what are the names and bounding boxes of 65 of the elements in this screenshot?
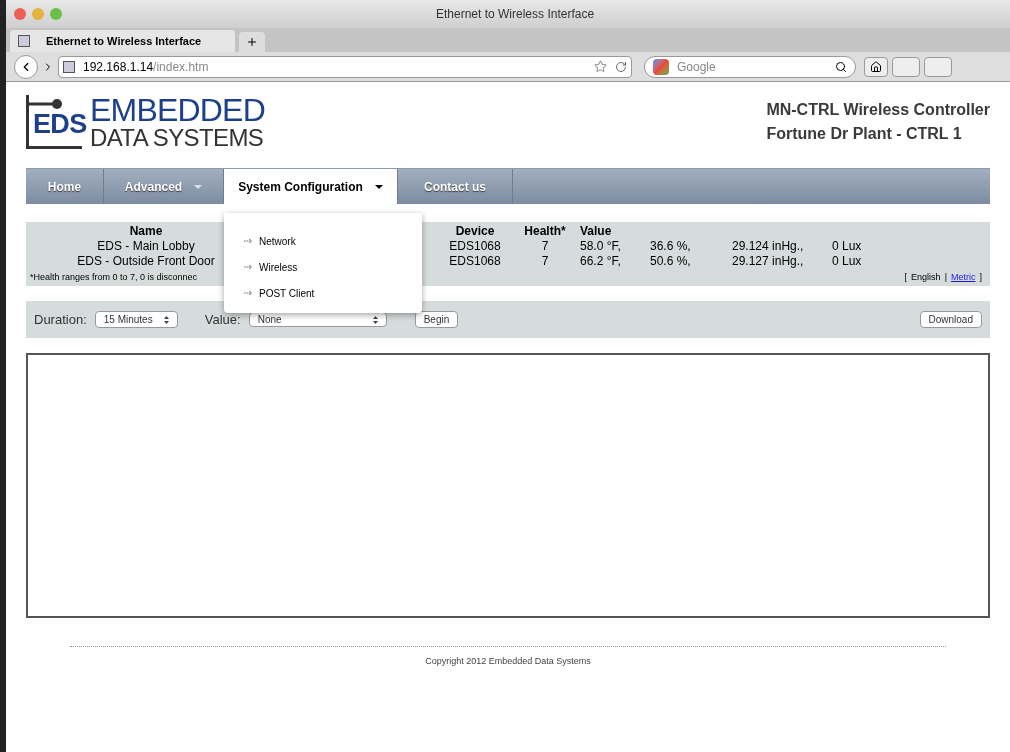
logo-subtext: DATA SYSTEMS	[90, 126, 265, 150]
controller-subtitle: Fortune Dr Plant - CTRL 1	[766, 124, 962, 144]
search-engine-icon	[653, 58, 669, 75]
window-title: Ethernet to Wireless Interface	[436, 6, 595, 23]
menu-item[interactable]: Network	[259, 233, 296, 249]
separator-text: |	[944, 271, 947, 284]
table-cell: 0 Lux	[832, 254, 862, 269]
minimize-button[interactable]	[32, 8, 44, 20]
caret-icon	[374, 184, 383, 189]
bracket-text: [	[904, 271, 908, 284]
favicon-icon	[63, 60, 75, 73]
browser-tab[interactable]: Ethernet to Wireless Interface	[10, 30, 235, 52]
nav-tab[interactable]: System Configuration	[224, 169, 398, 204]
favicon-icon	[18, 35, 30, 47]
table-cell: EDS - Main Lobby	[97, 239, 195, 254]
column-header: Value	[580, 224, 612, 239]
column-header: Health*	[524, 224, 566, 239]
url-text: 192.168.1.14/index.htm	[83, 58, 209, 76]
table-cell: 7	[541, 239, 549, 254]
table-cell: 29.127 inHg.,	[732, 254, 804, 269]
arrow-icon	[244, 238, 253, 244]
table-cell: 66.2 °F,	[580, 254, 621, 269]
table-cell: 29.124 inHg.,	[732, 239, 804, 254]
close-button[interactable]	[14, 8, 26, 20]
arrow-icon	[244, 264, 253, 270]
unit-link[interactable]: English	[911, 271, 941, 285]
duration-label: Duration:	[34, 310, 87, 329]
updown-icon	[163, 315, 169, 324]
duration-select[interactable]: 15 Minutes	[94, 311, 178, 328]
column-header: Name	[129, 224, 163, 239]
reload-icon[interactable]	[615, 60, 627, 73]
search-icon	[835, 60, 847, 73]
menu-item[interactable]: POST Client	[259, 285, 315, 301]
address-field[interactable]: 192.168.1.14/index.htm	[58, 55, 632, 78]
bookmark-star-icon[interactable]	[594, 60, 607, 73]
copyright-text: Copyright 2012 Embedded Data Systems	[425, 655, 591, 668]
caret-icon	[194, 184, 203, 189]
back-button[interactable]	[14, 54, 38, 79]
column-header: Device	[455, 224, 495, 239]
search-field[interactable]: Google	[644, 55, 856, 78]
value-label: Value:	[204, 310, 241, 329]
download-button[interactable]: Download	[919, 311, 982, 328]
table-cell: 58.0 °F,	[580, 239, 621, 254]
table-cell: 7	[541, 254, 549, 269]
begin-button[interactable]: Begin	[414, 311, 459, 328]
health-note: *Health ranges from 0 to 7, 0 is disconnec	[30, 271, 198, 284]
home-icon	[870, 60, 882, 73]
table-cell: EDS - Outside Front Door	[77, 254, 215, 269]
table-cell: 0 Lux	[832, 239, 862, 254]
table-cell: 50.6 %,	[650, 254, 691, 269]
table-cell: EDS1068	[449, 239, 501, 254]
table-cell: 36.6 %,	[650, 239, 691, 254]
home-button[interactable]	[864, 56, 888, 77]
updown-icon	[372, 315, 378, 324]
unit-link[interactable]: Metric	[951, 271, 976, 285]
table-cell: EDS1068	[449, 254, 501, 269]
controller-title: MN-CTRL Wireless Controller	[766, 100, 990, 120]
arrow-icon	[244, 290, 253, 296]
zoom-button[interactable]	[50, 8, 62, 20]
new-tab-button[interactable]	[239, 32, 265, 52]
plus-icon	[246, 36, 258, 48]
bracket-text: ]	[979, 271, 982, 284]
menu-item[interactable]: Wireless	[259, 259, 298, 275]
logo-mark-text: EDS	[33, 109, 87, 139]
logo-text: EMBEDDED	[90, 94, 265, 126]
